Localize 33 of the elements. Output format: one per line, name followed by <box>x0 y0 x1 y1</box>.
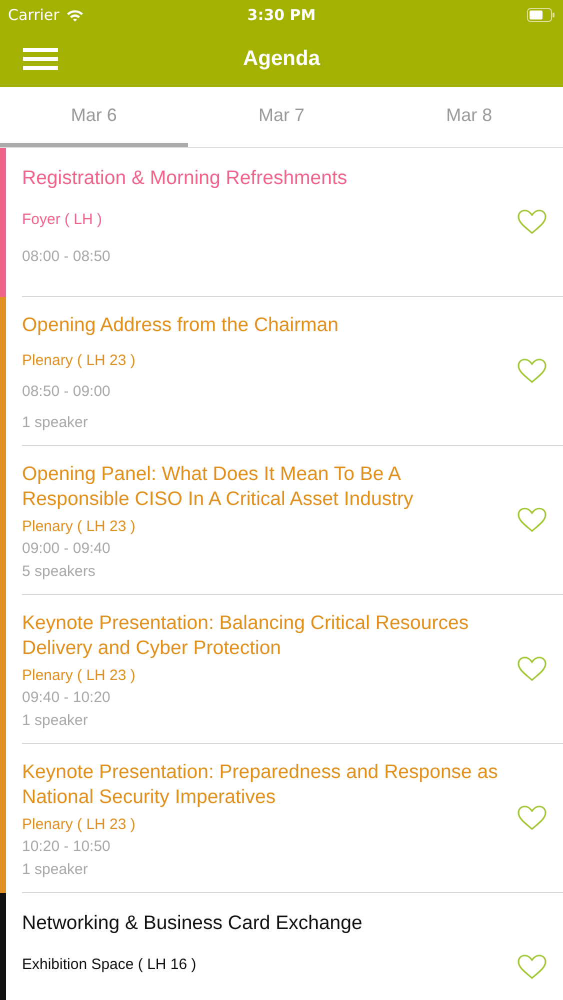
session-time: 08:50 - 09:00 <box>22 383 112 400</box>
heart-icon[interactable] <box>517 805 547 831</box>
heart-icon[interactable] <box>517 358 547 384</box>
battery-icon <box>527 8 555 22</box>
page-title: Agenda <box>243 46 320 70</box>
session-time: 10:20 - 10:50 <box>22 838 112 856</box>
session-time: 09:40 - 10:20 <box>22 689 112 706</box>
session-time: 08:00 - 08:50 <box>22 248 112 265</box>
session-title[interactable]: Registration & Morning Refreshments <box>22 166 507 191</box>
heart-icon[interactable] <box>517 209 547 235</box>
speaker-count: 1 speaker <box>22 414 89 431</box>
speaker-count: 1 speaker <box>22 860 89 878</box>
session-title[interactable]: Opening Panel: What Does It Mean To Be A Responsible CISO In A Critical Asset Industry <box>22 462 507 512</box>
session-location: Foyer ( LH ) <box>22 211 104 228</box>
carrier-label: Carrier <box>8 6 60 24</box>
session-location: Plenary ( LH 23 ) <box>22 518 136 535</box>
clock-time: 3:30 PM <box>247 6 316 24</box>
session-location: Plenary ( LH 23 ) <box>22 352 136 369</box>
menu-icon[interactable] <box>23 48 58 70</box>
session-title[interactable]: Networking & Business Card Exchange <box>22 911 507 936</box>
speaker-count: 5 speakers <box>22 562 96 580</box>
heart-icon[interactable] <box>517 954 547 980</box>
wifi-icon <box>66 8 84 22</box>
session-title[interactable]: Opening Address from the Chairman <box>22 313 507 338</box>
session-time: 09:00 - 09:40 <box>22 540 112 558</box>
session-location: Plenary ( LH 23 ) <box>22 816 136 833</box>
heart-icon[interactable] <box>517 507 547 533</box>
session-location: Plenary ( LH 23 ) <box>22 666 136 684</box>
heart-icon[interactable] <box>517 656 547 682</box>
session-location: Exhibition Space ( LH 16 ) <box>22 956 198 973</box>
speaker-count: 1 speaker <box>22 712 89 729</box>
session-title[interactable]: Keynote Presentation: Balancing Critical Resources Delivery and Cyber Protection <box>22 611 507 661</box>
session-title[interactable]: Keynote Presentation: Preparedness and Response as National Security Imperatives <box>22 760 507 810</box>
